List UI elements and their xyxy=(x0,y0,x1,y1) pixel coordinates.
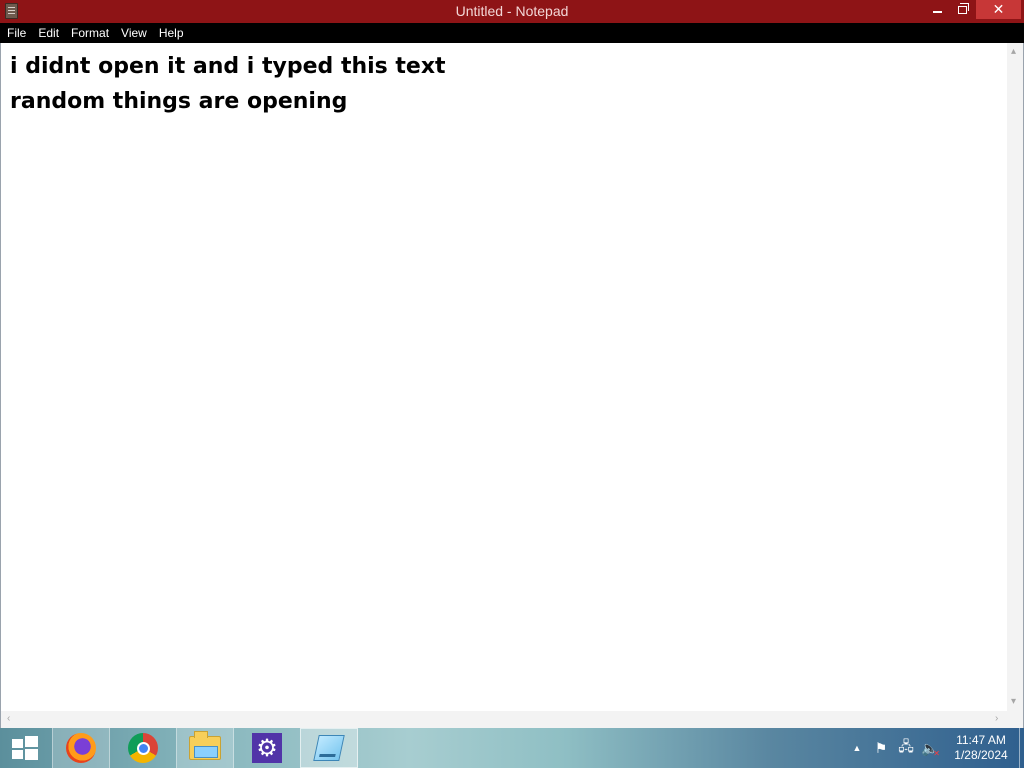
menu-bar: File Edit Format View Help xyxy=(0,23,1024,43)
scroll-down-icon[interactable]: ▾ xyxy=(1011,697,1016,707)
clock-date: 1/28/2024 xyxy=(954,748,1008,762)
minimize-button[interactable] xyxy=(924,0,950,20)
vertical-scrollbar[interactable]: ▴ ▾ xyxy=(1007,43,1023,711)
notepad-icon xyxy=(313,735,345,761)
menu-file[interactable]: File xyxy=(1,23,32,43)
close-button[interactable]: ✕ xyxy=(976,0,1021,19)
minimize-icon xyxy=(932,11,942,13)
taskbar-chrome[interactable] xyxy=(114,728,172,768)
show-hidden-icons-button[interactable]: ▲ xyxy=(850,728,864,768)
taskbar: ⚙ ▲ ⚑ 🖧 🔈 ✕ 11:47 AM 1/28/2024 xyxy=(0,728,1024,768)
taskbar-firefox[interactable] xyxy=(52,728,110,768)
mute-x-icon: ✕ xyxy=(933,749,940,758)
menu-format[interactable]: Format xyxy=(65,23,115,43)
taskbar-file-explorer[interactable] xyxy=(176,728,234,768)
settings-gear-icon: ⚙ xyxy=(252,733,282,763)
text-content[interactable]: i didnt open it and i typed this text ra… xyxy=(10,49,1000,709)
network-button[interactable]: 🖧 xyxy=(896,728,916,768)
menu-view[interactable]: View xyxy=(115,23,153,43)
window-title: Untitled - Notepad xyxy=(455,3,569,19)
scroll-left-icon[interactable]: ‹ xyxy=(7,714,10,724)
restore-button[interactable] xyxy=(950,0,974,20)
scroll-up-icon[interactable]: ▴ xyxy=(1011,47,1016,57)
chevron-up-icon: ▲ xyxy=(852,743,862,753)
network-icon: 🖧 xyxy=(898,738,914,754)
flag-icon: ⚑ xyxy=(874,739,888,756)
taskbar-notepad[interactable] xyxy=(300,728,358,768)
horizontal-scrollbar[interactable]: ‹ › xyxy=(1,711,1007,728)
chrome-icon xyxy=(128,733,158,763)
close-icon: ✕ xyxy=(992,1,1005,17)
file-explorer-icon xyxy=(189,731,221,760)
scrollbar-corner xyxy=(1007,711,1023,728)
show-desktop-button[interactable] xyxy=(1019,728,1024,768)
volume-button[interactable]: 🔈 ✕ xyxy=(920,728,940,768)
clock-time: 11:47 AM xyxy=(956,733,1006,747)
firefox-icon xyxy=(66,733,96,763)
restore-icon xyxy=(957,3,969,14)
taskbar-settings[interactable]: ⚙ xyxy=(238,728,296,768)
title-bar[interactable]: Untitled - Notepad ✕ xyxy=(0,0,1024,23)
clock[interactable]: 11:47 AM 1/28/2024 xyxy=(944,733,1018,763)
windows-logo-icon xyxy=(12,736,38,760)
start-button[interactable] xyxy=(0,728,50,768)
menu-edit[interactable]: Edit xyxy=(32,23,65,43)
scroll-right-icon[interactable]: › xyxy=(995,714,998,724)
menu-help[interactable]: Help xyxy=(153,23,190,43)
action-center-button[interactable]: ⚑ xyxy=(872,728,890,768)
editor-area[interactable]: i didnt open it and i typed this text ra… xyxy=(0,43,1024,728)
